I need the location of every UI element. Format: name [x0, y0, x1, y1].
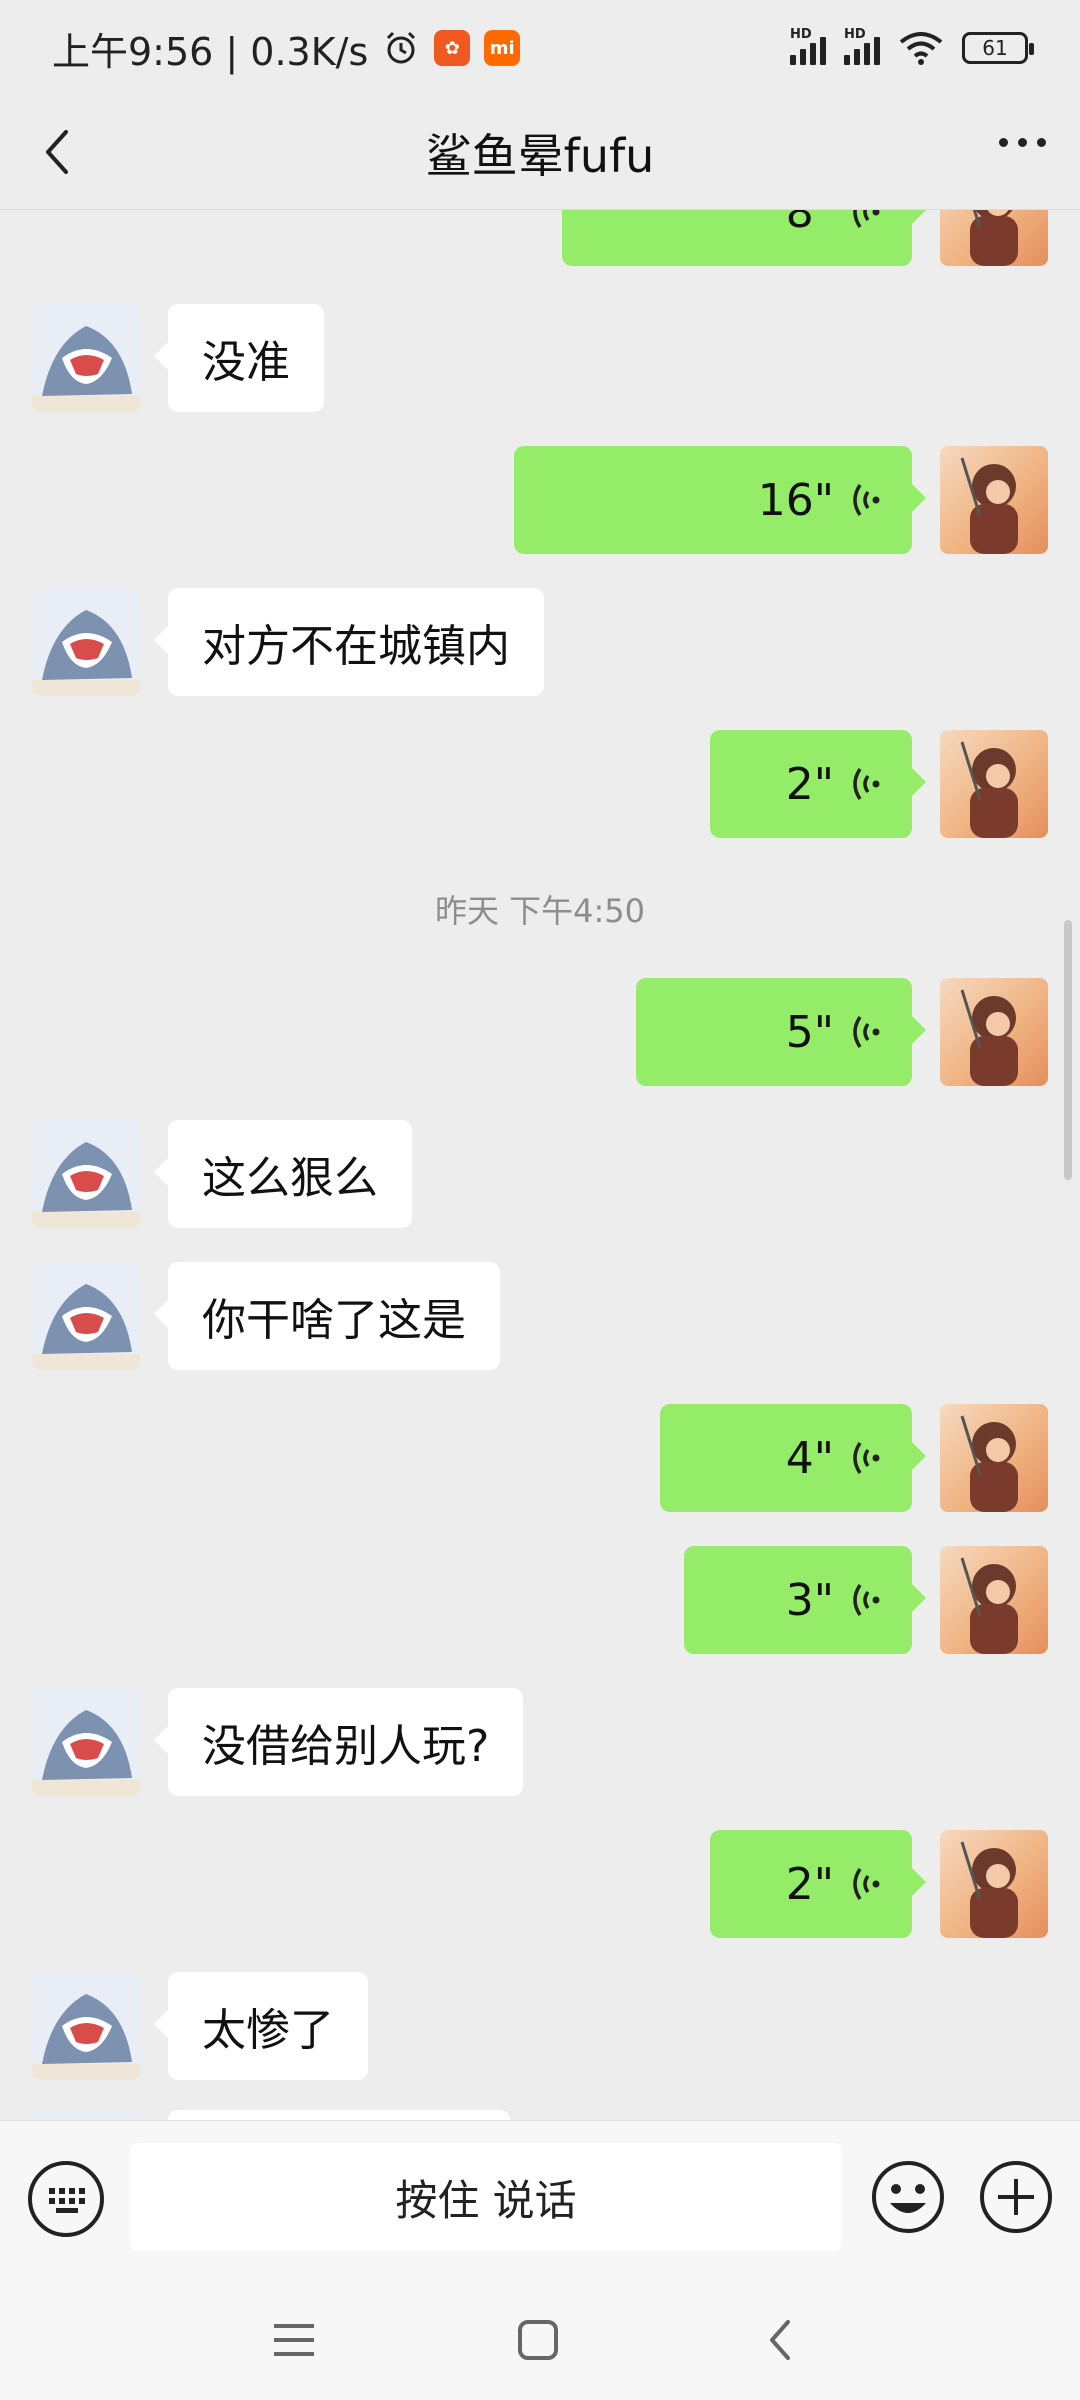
my-avatar[interactable] [940, 210, 1048, 266]
menu-icon[interactable] [264, 2310, 324, 2370]
contact-avatar[interactable] [32, 1120, 140, 1228]
message-row: 太惨了 [0, 1972, 1080, 2082]
message-row: 3" [0, 1546, 1080, 1656]
voice-wave-icon [853, 210, 880, 228]
text-message-bubble[interactable]: 太惨了 [154, 1972, 368, 2080]
plus-icon[interactable] [978, 2159, 1054, 2235]
contact-avatar[interactable] [32, 1262, 140, 1370]
voice-wave-icon [853, 768, 880, 800]
signal-hd-label: HD [790, 27, 812, 42]
voice-duration: 5" [785, 1006, 834, 1058]
message-row: 4" [0, 1404, 1080, 1514]
text-message-bubble[interactable]: 对方不在城镇内 [154, 588, 544, 696]
message-list[interactable]: 8" 没准 16" 对方不在城镇内 2" 昨天 下午4:50 5" 这么狠么 你… [0, 210, 1080, 2120]
voice-message-bubble[interactable]: 16" [514, 446, 926, 554]
voice-duration: 8" [785, 210, 834, 238]
message-row: 这么狠么 [0, 1120, 1080, 1230]
hold-to-talk-label: 按住 说话 [395, 2175, 577, 2225]
status-left: 上午9:56 | 0.3K/s ✿ mi [52, 21, 521, 76]
hold-to-talk-button[interactable]: 按住 说话 [130, 2143, 842, 2251]
contact-avatar[interactable] [32, 588, 140, 696]
message-row: 16" [0, 446, 1080, 556]
emoji-icon[interactable] [870, 2159, 946, 2235]
message-row: 没准 [0, 304, 1080, 414]
message-row: 2" [0, 730, 1080, 840]
voice-duration: 2" [785, 758, 834, 810]
voice-wave-icon [853, 1868, 880, 1900]
contact-avatar[interactable] [32, 304, 140, 412]
contact-avatar[interactable] [32, 1972, 140, 2080]
voice-message-bubble[interactable]: 2" [710, 730, 926, 838]
signal-hd-label-2: HD [844, 27, 866, 42]
text-message-bubble[interactable]: 没准 [154, 304, 324, 412]
message-row: 对方不在城镇内 [0, 588, 1080, 698]
wifi-icon [899, 32, 943, 65]
voice-message-bubble[interactable]: 8" [562, 210, 926, 266]
voice-message-bubble[interactable]: 2" [710, 1830, 926, 1938]
my-avatar[interactable] [940, 978, 1048, 1086]
my-avatar[interactable] [940, 1546, 1048, 1654]
voice-duration: 2" [785, 1858, 834, 1910]
message-text: 对方不在城镇内 [202, 621, 510, 672]
my-avatar[interactable] [940, 730, 1048, 838]
my-avatar[interactable] [940, 446, 1048, 554]
status-time-speed: 上午9:56 | 0.3K/s [52, 29, 369, 74]
keyboard-icon[interactable] [28, 2161, 104, 2237]
chat-title: 鲨鱼晕fufu [425, 128, 655, 183]
message-row: 5" [0, 978, 1080, 1088]
voice-message-bubble[interactable]: 4" [660, 1404, 926, 1512]
voice-wave-icon [853, 1016, 880, 1048]
chat-screen: 上午9:56 | 0.3K/s ✿ mi HD HD 61 鲨鱼晕fufu 8"… [0, 0, 1080, 2400]
back-arrow-icon[interactable] [30, 122, 90, 182]
message-text: 太惨了 [202, 2005, 334, 2056]
more-dots-icon[interactable] [999, 138, 1046, 147]
message-row: 没借给别人玩? [0, 1688, 1080, 1798]
text-message-bubble[interactable]: 这么狠么 [154, 1120, 412, 1228]
battery-level: 61 [982, 36, 1008, 60]
voice-duration: 16" [757, 474, 834, 526]
message-text: 这么狠么 [202, 1153, 378, 1204]
alarm-icon [387, 31, 416, 64]
contact-avatar[interactable] [32, 2110, 140, 2120]
system-nav-bar [0, 2276, 1080, 2400]
title-bar: 鲨鱼晕fufu [0, 96, 1080, 210]
home-icon[interactable] [508, 2310, 568, 2370]
app-notification-icon: ✿ [434, 30, 471, 66]
message-text: 你干啥了这是 [202, 1295, 466, 1346]
voice-message-bubble[interactable]: 3" [684, 1546, 926, 1654]
signal-icon: HD [790, 27, 826, 65]
input-bar: 按住 说话 [0, 2120, 1080, 2276]
voice-duration: 4" [785, 1432, 834, 1484]
status-right: HD HD 61 [790, 27, 1034, 66]
message-text: 没准 [202, 337, 290, 388]
voice-wave-icon [853, 1442, 880, 1474]
message-row-partial [0, 2110, 1080, 2120]
text-message-bubble[interactable]: 你干啥了这是 [154, 1262, 500, 1370]
voice-wave-icon [853, 484, 880, 516]
message-timestamp: 昨天 下午4:50 [434, 892, 646, 930]
battery-icon: 61 [962, 32, 1034, 64]
text-message-bubble[interactable]: 没借给别人玩? [153, 1688, 524, 1796]
my-avatar[interactable] [940, 1830, 1048, 1938]
text-message-bubble[interactable] [168, 2110, 510, 2120]
message-row: 你干啥了这是 [0, 1262, 1080, 1372]
voice-wave-icon [853, 1584, 880, 1616]
status-bar: 上午9:56 | 0.3K/s ✿ mi HD HD 61 [0, 0, 1080, 96]
system-back-icon[interactable] [752, 2310, 812, 2370]
message-row: 8" [0, 210, 1080, 268]
message-text: 没借给别人玩? [202, 1721, 490, 1772]
voice-duration: 3" [785, 1574, 834, 1626]
my-avatar[interactable] [940, 1404, 1048, 1512]
voice-message-bubble[interactable]: 5" [636, 978, 926, 1086]
contact-avatar[interactable] [32, 1688, 140, 1796]
signal-icon-2: HD [844, 27, 880, 65]
mi-notification-icon: mi [484, 30, 521, 66]
message-row: 2" [0, 1830, 1080, 1940]
scrollbar[interactable] [1064, 920, 1072, 1180]
